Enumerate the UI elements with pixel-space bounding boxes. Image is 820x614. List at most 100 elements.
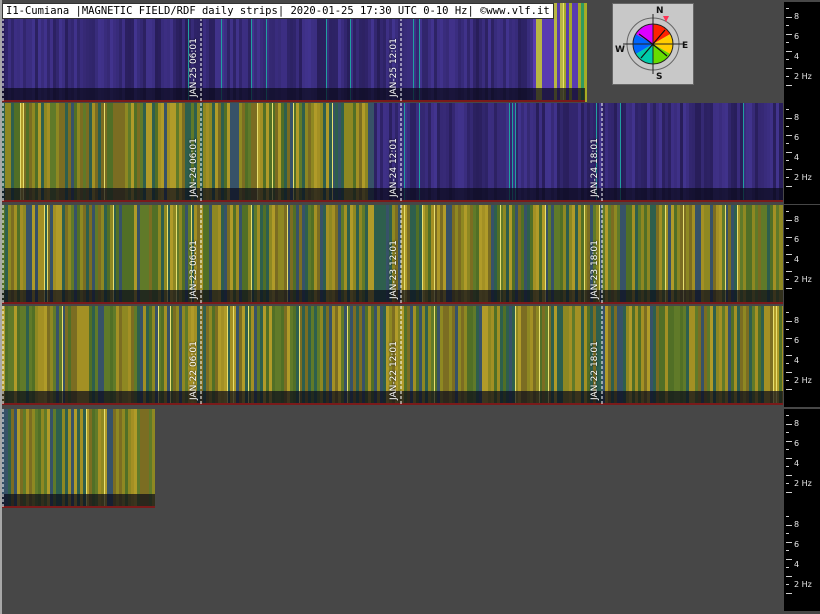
spectrogram-column [83, 306, 86, 405]
spectrogram-column [365, 306, 368, 405]
spectrogram-column [62, 205, 65, 304]
spectrogram-column [95, 103, 98, 202]
spectrogram-column [338, 306, 341, 405]
spectrogram-column [245, 306, 248, 405]
scale-tick [786, 558, 792, 560]
spectrogram-column [758, 205, 761, 304]
spectrogram-column [374, 103, 377, 202]
scale-tick-label: 2 Hz [794, 580, 812, 589]
spectrogram-column [74, 409, 77, 508]
spectrogram-column [563, 205, 566, 304]
spectrogram-streak [500, 205, 501, 304]
spectrogram-column [170, 205, 173, 304]
spectrogram-column [107, 306, 110, 405]
spectrogram-column [689, 306, 692, 405]
spectrogram-column [215, 306, 218, 405]
spectrogram-column [746, 103, 749, 202]
spectrogram-column [416, 306, 419, 405]
scale-tick-label: 4 [794, 52, 800, 61]
strip-floor-band [2, 494, 155, 508]
spectrogram-column [311, 306, 314, 405]
spectrogram-column [143, 409, 146, 508]
scale-tick-label: 6 [794, 133, 800, 142]
spectrogram-column [68, 306, 71, 405]
spectrogram-column [125, 306, 128, 405]
spectrogram-streak [62, 306, 63, 405]
spectrogram-column [461, 205, 464, 304]
scale-tick [786, 320, 792, 322]
spectrogram-column [455, 205, 458, 304]
spectrogram-column [536, 103, 539, 202]
spectrogram-column [377, 205, 380, 304]
spectrogram-column [488, 103, 491, 202]
spectrogram-streak [170, 306, 171, 405]
spectrogram-column [65, 205, 68, 304]
spectrogram-column [533, 306, 536, 405]
spectrogram-column [326, 306, 329, 405]
spectrogram-column [656, 205, 659, 304]
spectrogram-column [740, 306, 743, 405]
spectrogram-column [536, 205, 539, 304]
spectrogram-column [98, 103, 101, 202]
spectrogram-column [362, 306, 365, 405]
scale-tick-label: 4 [794, 560, 800, 569]
scale-tick-label: 6 [794, 336, 800, 345]
spectrogram-column [449, 306, 452, 405]
spectrogram-column [317, 103, 320, 202]
spectrogram-column [116, 103, 119, 202]
spectrogram-column [767, 103, 770, 202]
spectrogram-column [614, 205, 617, 304]
spectrogram-column [122, 205, 125, 304]
spectrogram-column [368, 103, 371, 202]
spectrogram-streak [332, 103, 333, 202]
spectrogram-column [356, 205, 359, 304]
spectrogram-column [338, 205, 341, 304]
spectrogram-column [740, 103, 743, 202]
spectrogram-column [131, 205, 134, 304]
strip-baseline [2, 506, 155, 508]
scale-tick [786, 541, 792, 543]
scale-tick [786, 516, 789, 517]
spectrogram-column [461, 103, 464, 202]
spectrogram-column [467, 306, 470, 405]
spectrogram-column [605, 306, 608, 405]
spectrogram-column [56, 306, 59, 405]
scale-tick-label: 8 [794, 316, 800, 325]
spectrogram-column [584, 306, 587, 405]
frequency-scale: 8 6 4 2 Hz [784, 2, 820, 103]
spectrogram-column [737, 306, 740, 405]
scale-tick [786, 337, 792, 339]
spectrogram-column [734, 205, 737, 304]
spectrogram-column [71, 205, 74, 304]
spectrogram-column [437, 205, 440, 304]
scale-tick [786, 346, 789, 347]
spectrogram-column [674, 103, 677, 202]
spectrogram-column [62, 409, 65, 508]
scale-tick [786, 474, 792, 476]
spectrogram-column [341, 306, 344, 405]
spectrogram-column [497, 306, 500, 405]
spectrogram-column [530, 103, 533, 202]
spectrogram-column [11, 306, 14, 405]
spectrogram-column [602, 103, 605, 202]
spectrogram-column [185, 306, 188, 405]
spectrogram-column [206, 306, 209, 405]
spectrogram-streak [233, 306, 234, 405]
spectrogram-column [776, 205, 779, 304]
spectrogram-column [713, 205, 716, 304]
spectrogram-column [479, 306, 482, 405]
time-marker-label: JAN-24 12:01 [389, 138, 399, 197]
spectrogram-column [755, 306, 758, 405]
spectrogram-column [410, 103, 413, 202]
spectrogram-column [647, 103, 650, 202]
spectrogram-column [491, 306, 494, 405]
spectrogram-column [257, 306, 260, 405]
spectrogram-column [494, 306, 497, 405]
spectrogram-column [629, 205, 632, 304]
spectrogram-column [779, 205, 782, 304]
frequency-scale: 8 6 4 2 Hz [784, 306, 820, 407]
spectrogram-column [500, 306, 503, 405]
spectrogram-column [41, 409, 44, 508]
spectrogram-column [101, 409, 104, 508]
spectrogram-column [263, 205, 266, 304]
